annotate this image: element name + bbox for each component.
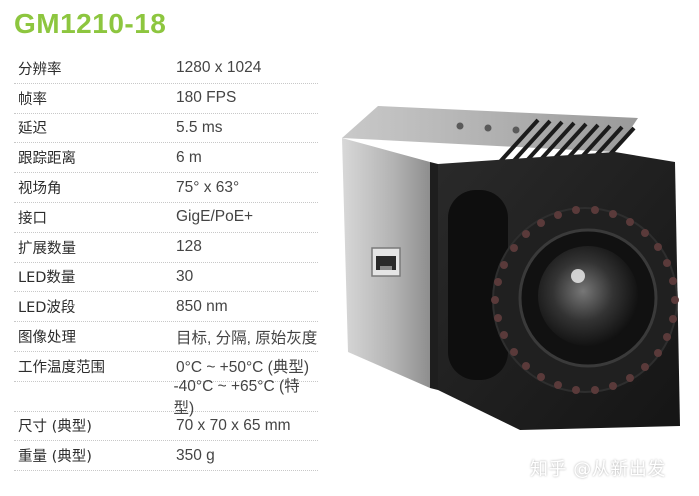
product-title: GM1210-18 <box>14 8 167 39</box>
spec-value: 350 g <box>176 446 215 464</box>
spec-value: 70 x 70 x 65 mm <box>176 416 291 434</box>
spec-row: LED波段 850 nm <box>14 292 318 323</box>
spec-label: LED波段 <box>18 300 76 317</box>
spec-label: 图像处理 <box>18 330 76 347</box>
spec-value: 75° x 63° <box>176 178 240 196</box>
spec-value: 128 <box>176 238 202 256</box>
spec-value: 5.5 ms <box>176 118 223 136</box>
spec-value: 1280 x 1024 <box>176 59 262 77</box>
spec-row: -40°C ~ +65°C (特型) <box>14 378 318 417</box>
spec-row: 接口 GigE/PoE+ <box>14 203 318 233</box>
spec-row: 延迟 5.5 ms <box>14 114 318 144</box>
spec-label: 重量 (典型) <box>18 449 92 466</box>
spec-label: 视场角 <box>18 181 62 198</box>
spec-label: 尺寸 (典型) <box>18 419 92 436</box>
spec-row: 跟踪距离 6 m <box>14 143 318 174</box>
spec-label: 分辨率 <box>18 61 62 78</box>
spec-row: 尺寸 (典型) 70 x 70 x 65 mm <box>14 412 318 442</box>
spec-row: 图像处理 目标, 分隔, 原始灰度 <box>14 322 318 352</box>
camera-product-image <box>342 106 680 430</box>
spec-label: 接口 <box>18 210 47 227</box>
spec-value: GigE/PoE+ <box>176 208 254 226</box>
spec-label: 帧率 <box>18 91 47 108</box>
spec-label: 工作温度范围 <box>18 359 105 376</box>
spec-row: 视场角 75° x 63° <box>14 173 318 203</box>
spec-table: 分辨率 1280 x 1024 帧率 180 FPS 延迟 5.5 ms 跟踪距离 6 … <box>14 54 318 472</box>
spec-value: 目标, 分隔, 原始灰度 <box>176 329 318 347</box>
spec-row: 重量 (典型) 350 g <box>14 441 318 472</box>
spec-row: 帧率 180 FPS <box>14 84 318 114</box>
spec-label: LED数量 <box>18 270 76 287</box>
spec-value: 850 nm <box>176 297 228 315</box>
spec-value: 180 FPS <box>176 89 237 107</box>
spec-value: -40°C ~ +65°C (特型) <box>173 378 300 418</box>
spec-row: LED数量 30 <box>14 263 318 293</box>
watermark: 知乎 @从新出发 <box>530 459 666 480</box>
spec-label: 跟踪距离 <box>18 151 76 168</box>
spec-value: 30 <box>176 267 194 285</box>
spec-label: 延迟 <box>18 121 47 138</box>
spec-label: 扩展数量 <box>18 240 76 257</box>
spec-row: 分辨率 1280 x 1024 <box>14 54 318 84</box>
spec-value: 6 m <box>176 148 202 166</box>
lens-glass <box>538 246 638 346</box>
spec-row: 扩展数量 128 <box>14 233 318 263</box>
